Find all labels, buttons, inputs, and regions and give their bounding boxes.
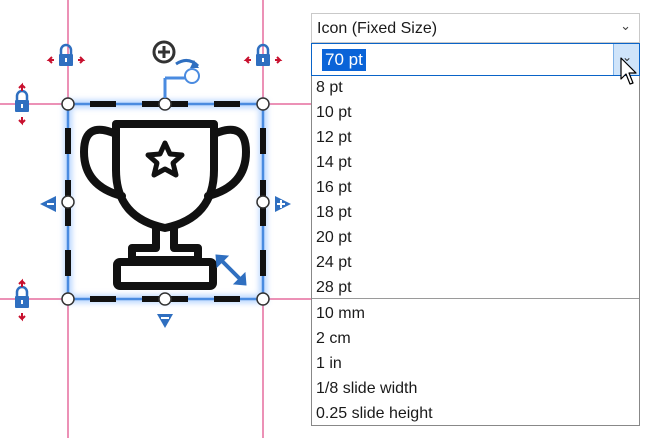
size-input[interactable]: 70 pt ⌄ — [311, 43, 640, 76]
size-option[interactable]: 24 pt — [316, 251, 352, 275]
handle-top-left-bar[interactable] — [90, 101, 116, 107]
lock-icon[interactable] — [15, 278, 29, 322]
chevron-down-icon[interactable]: ⌄ — [620, 18, 631, 34]
handle-bottom-left-bar[interactable] — [90, 296, 116, 302]
resize-handle-bottom-left[interactable] — [61, 292, 75, 306]
size-option[interactable]: 8 pt — [316, 76, 343, 100]
size-mode-dropdown[interactable]: Icon (Fixed Size) ⌄ — [311, 13, 640, 43]
resize-handle-top-right[interactable] — [256, 97, 270, 111]
align-arrow-down-icon[interactable] — [157, 314, 173, 328]
size-option[interactable]: 10 pt — [316, 101, 352, 125]
size-option[interactable]: 14 pt — [316, 151, 352, 175]
resize-handle-left[interactable] — [61, 195, 75, 209]
size-option[interactable]: 1 in — [316, 352, 342, 376]
handle-right-top-bar[interactable] — [260, 128, 266, 154]
size-option[interactable]: 12 pt — [316, 126, 352, 150]
resize-handle-right[interactable] — [256, 195, 270, 209]
resize-handle-bottom[interactable] — [158, 292, 172, 306]
resize-handle-bottom-right[interactable] — [256, 292, 270, 306]
handle-left-top-bar[interactable] — [65, 128, 71, 154]
handle-left-bottom-bar[interactable] — [65, 250, 71, 276]
handle-right-bottom-bar[interactable] — [260, 250, 266, 276]
resize-handle-top-left[interactable] — [61, 97, 75, 111]
size-input-selected-text[interactable]: 70 pt — [322, 49, 366, 71]
size-option[interactable]: 28 pt — [316, 276, 352, 300]
lock-icon[interactable] — [15, 82, 29, 126]
handle-bottom-right-bar[interactable] — [214, 296, 240, 302]
size-option[interactable]: 10 mm — [316, 302, 365, 326]
size-option[interactable]: 2 cm — [316, 327, 351, 351]
size-option[interactable]: 0.25 slide height — [316, 402, 433, 426]
rotate-icon[interactable] — [152, 40, 200, 68]
handle-top-right-bar[interactable] — [214, 101, 240, 107]
resize-handle-top[interactable] — [158, 97, 172, 111]
lock-icon[interactable] — [46, 43, 86, 66]
size-option[interactable]: 18 pt — [316, 201, 352, 225]
resize-arrows-icon[interactable] — [215, 254, 247, 286]
size-option[interactable]: 1/8 slide width — [316, 377, 417, 401]
rotation-handle[interactable] — [163, 68, 200, 98]
size-option[interactable]: 20 pt — [316, 226, 352, 250]
size-option[interactable]: 16 pt — [316, 176, 352, 200]
size-mode-value: Icon (Fixed Size) — [317, 20, 438, 37]
size-options-list[interactable]: 8 pt 10 pt 12 pt 14 pt 16 pt 18 pt 20 pt… — [311, 76, 640, 426]
mouse-pointer-icon — [620, 57, 637, 85]
list-separator — [312, 298, 639, 299]
